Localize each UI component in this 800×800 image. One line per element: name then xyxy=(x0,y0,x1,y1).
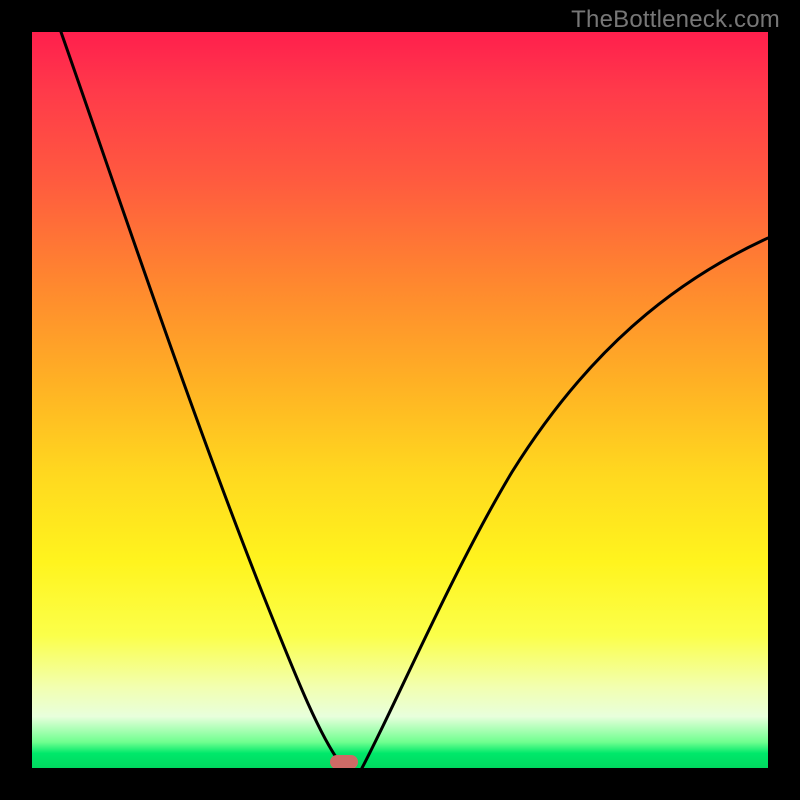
chart-frame: TheBottleneck.com xyxy=(0,0,800,800)
bottleneck-curve xyxy=(32,32,768,768)
curve-left-branch xyxy=(61,32,344,768)
curve-right-branch xyxy=(362,238,768,768)
plot-area xyxy=(32,32,768,768)
minimum-marker xyxy=(330,755,358,768)
watermark-text: TheBottleneck.com xyxy=(571,6,780,34)
